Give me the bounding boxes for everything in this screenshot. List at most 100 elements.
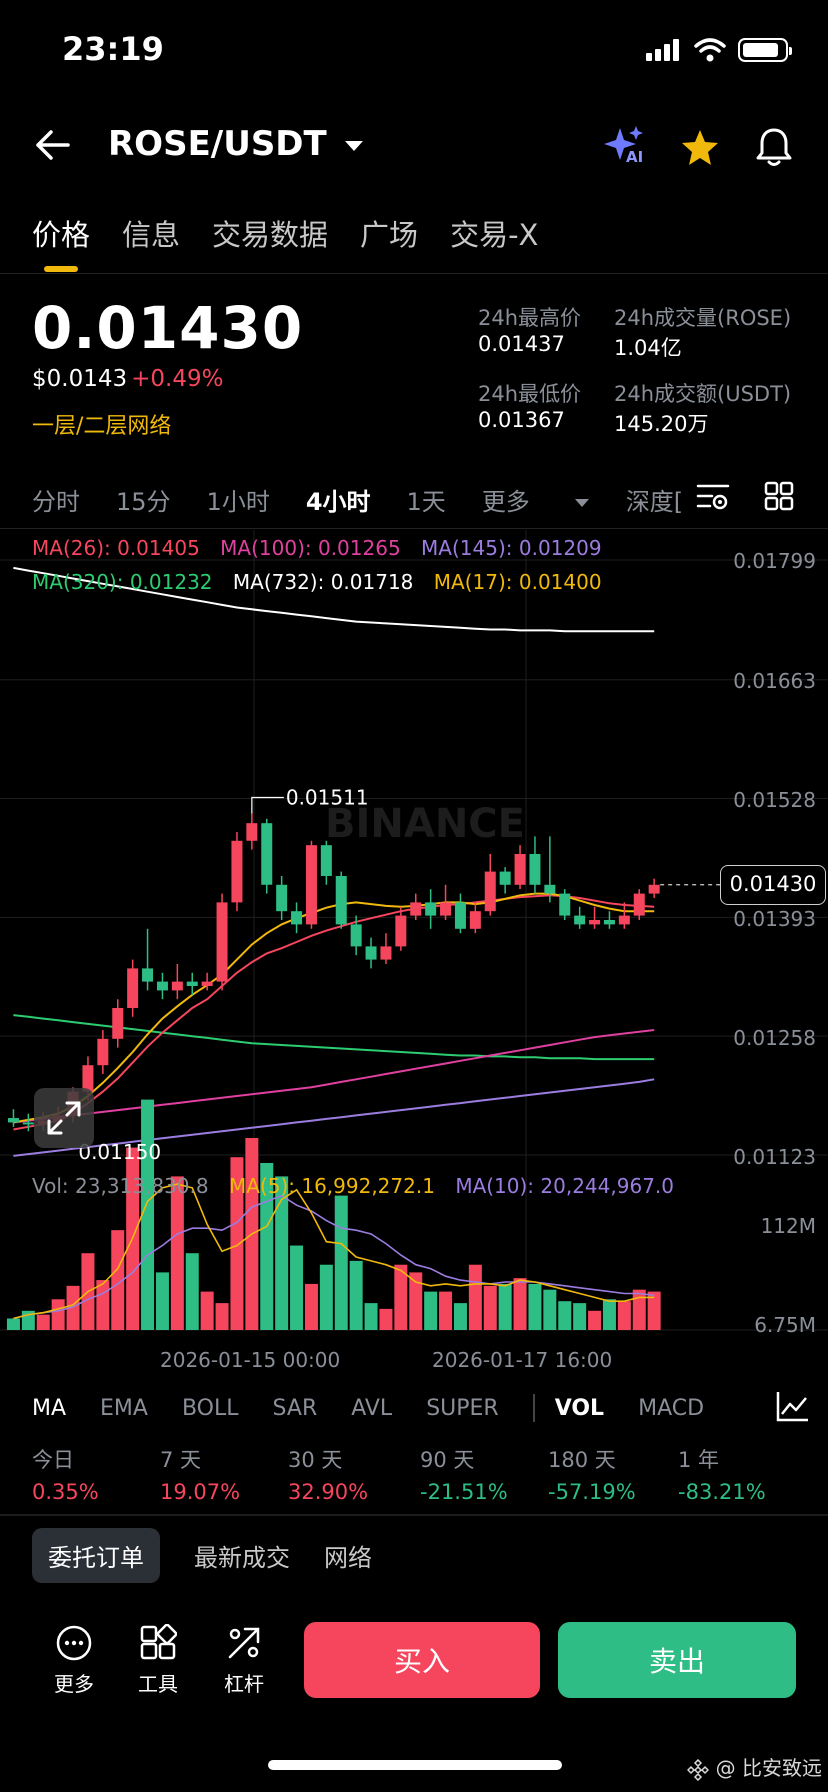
candle-body [499,871,511,885]
candle-body [574,915,586,925]
performance-label: 7 天 [160,1448,202,1472]
footer-watermark-text: @ 比安致远 [715,1756,822,1780]
candle-body [156,981,168,991]
ma-legend-row-1: MA(26): 0.01405 MA(100): 0.01265 MA(145)… [32,536,602,560]
candle-body [440,902,452,916]
more-label: 更多 [54,1672,94,1696]
candle-body [544,884,556,894]
ma26-legend: MA(26): 0.01405 [32,536,200,560]
volume-base-value: 1.04亿 [614,336,682,360]
ma-legend-row-2: MA(320): 0.01232 MA(732): 0.01718 MA(17)… [32,570,602,594]
indicator-sar[interactable]: SAR [273,1396,318,1421]
performance-value: -83.21% [678,1480,766,1504]
main-tabs: 价格 信息 交易数据 广场 交易-X [32,212,538,254]
price-chart[interactable]: BINANCE 0.015110.01150 [0,530,828,1360]
volume-bar [513,1278,527,1330]
volume-bar [483,1285,497,1330]
tab-price[interactable]: 价格 [32,212,90,254]
fullscreen-button[interactable] [34,1088,94,1148]
ai-assistant-button[interactable]: AI [604,126,646,170]
tab-trade-x[interactable]: 交易-X [450,212,538,254]
chart-settings-icon[interactable] [696,482,730,512]
volume-bar [573,1303,587,1330]
indicator-super[interactable]: SUPER [426,1396,499,1421]
leverage-icon [228,1627,260,1659]
tab-info[interactable]: 信息 [122,212,180,254]
leverage-button[interactable]: 杠杆 [214,1624,274,1697]
performance-value: 32.90% [288,1480,369,1504]
candle-body [529,853,541,885]
bell-icon[interactable] [754,126,794,168]
tools-button[interactable]: 工具 [128,1624,188,1697]
grid-layout-icon[interactable] [764,481,794,511]
tab-square[interactable]: 广场 [360,212,418,254]
volume-bar [215,1303,229,1330]
volume-bar [170,1176,184,1330]
interval-more[interactable]: 更多 [482,482,590,517]
indicator-ema[interactable]: EMA [100,1396,148,1421]
indicator-macd[interactable]: MACD [638,1396,708,1421]
volume-bar [453,1303,467,1330]
time-axis-label: 2026-01-15 00:00 [160,1348,341,1372]
back-arrow-icon[interactable] [34,128,72,162]
volume-bar [543,1289,557,1330]
volume-ma5-line [13,1183,655,1320]
interval-more-label: 更多 [481,488,530,516]
volume-base-label: 24h成交量(ROSE) [614,306,792,330]
performance-value: -57.19% [548,1480,636,1504]
pair-title[interactable]: ROSE/USDT [108,124,365,164]
price-axis-label: 0.01663 [733,669,816,693]
ma320-line [13,1014,655,1061]
price-axis-label: 0.01393 [733,907,816,931]
tab-recent-trades[interactable]: 最新成交 [194,1538,290,1573]
interval-15m[interactable]: 15分 [116,482,171,517]
volume-bar [319,1264,333,1330]
candle-body [291,911,303,925]
ma100-legend: MA(100): 0.01265 [220,536,401,560]
interval-timeline[interactable]: 分时 [32,482,80,517]
performance-label: 1 年 [678,1448,720,1472]
performance-value: 0.35% [32,1480,99,1504]
candle-body [350,924,362,947]
more-button[interactable]: 更多 [44,1624,104,1697]
caret-down-icon [574,499,589,507]
ma320-legend: MA(320): 0.01232 [32,570,213,594]
caret-down-icon [344,140,363,151]
tab-open-orders[interactable]: 委托订单 [32,1528,160,1583]
divider [0,273,828,274]
ma17-legend: MA(17): 0.01400 [433,570,602,594]
indicator-avl[interactable]: AVL [351,1396,392,1421]
volume-bar [96,1280,110,1330]
interval-1d[interactable]: 1天 [407,482,446,517]
sell-button[interactable]: 卖出 [558,1622,796,1698]
usd-price: $0.0143 [32,366,128,392]
tab-network[interactable]: 网络 [324,1538,372,1573]
candle-body [22,1122,34,1125]
indicator-boll[interactable]: BOLL [182,1396,239,1421]
performance-value: 19.07% [160,1480,241,1504]
ma732-legend: MA(732): 0.01718 [232,570,414,594]
volume-bar [424,1291,438,1330]
low-label: 24h最低价 [478,382,582,406]
current-price-tag: 0.01430 [720,864,826,905]
candle-body [425,902,437,916]
candle-body [589,919,601,925]
interval-1h[interactable]: 1小时 [207,482,270,517]
volume-quote-label: 24h成交额(USDT) [614,382,792,406]
indicator-ma[interactable]: MA [32,1396,66,1421]
buy-button[interactable]: 买入 [304,1622,540,1698]
volume-bar [602,1299,616,1330]
price-axis-label: 0.01799 [733,549,816,573]
indicator-chart-icon[interactable] [776,1390,810,1422]
favorite-star-icon[interactable] [680,128,720,166]
interval-depth[interactable]: 深度[ [626,482,683,517]
network-tag[interactable]: 一层/二层网络 [32,408,171,440]
candle-body [559,893,571,916]
interval-4h[interactable]: 4小时 [306,482,371,517]
volume-bar [364,1303,378,1330]
indicator-vol[interactable]: VOL [555,1396,604,1421]
candle-body [633,893,645,916]
tab-indicator [44,266,78,272]
tab-trading-data[interactable]: 交易数据 [212,212,328,254]
performance-value: -21.51% [420,1480,508,1504]
